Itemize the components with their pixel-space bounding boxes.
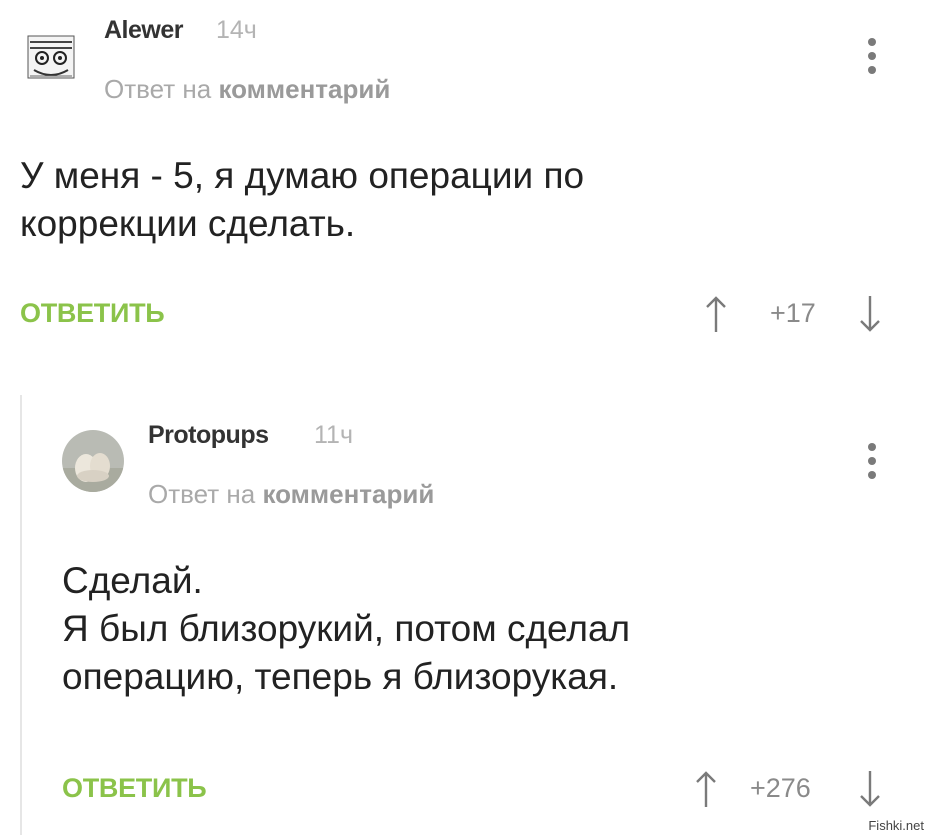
reply-to-prefix: Ответ на xyxy=(104,74,212,104)
reply-to-line: Ответ на комментарий xyxy=(148,479,434,510)
comment: Protopups 11ч Ответ на комментарий Сдела… xyxy=(0,395,928,835)
reply-button[interactable]: ОТВЕТИТЬ xyxy=(62,773,207,804)
username[interactable]: Alewer xyxy=(104,16,183,45)
username[interactable]: Protopups xyxy=(148,421,269,450)
avatar[interactable] xyxy=(62,430,124,492)
downvote-arrow-icon[interactable] xyxy=(858,294,882,334)
timestamp: 14ч xyxy=(216,16,257,44)
comment: Alewer 14ч Ответ на комментарий У меня -… xyxy=(0,0,928,360)
vote-score: +17 xyxy=(770,298,816,328)
comment-text: У меня - 5, я думаю операции по коррекци… xyxy=(20,155,585,244)
upvote-arrow-icon[interactable] xyxy=(694,769,718,809)
vote-score: +276 xyxy=(750,773,811,803)
vote-control: +276 xyxy=(690,769,890,809)
avatar[interactable] xyxy=(20,28,82,90)
reply-to-link[interactable]: комментарий xyxy=(262,479,434,509)
reply-to-link[interactable]: комментарий xyxy=(218,74,390,104)
vote-control: +17 xyxy=(700,294,890,334)
more-options-icon[interactable] xyxy=(866,38,878,80)
upvote-arrow-icon[interactable] xyxy=(704,294,728,334)
reply-to-line: Ответ на комментарий xyxy=(104,74,390,105)
more-options-icon[interactable] xyxy=(866,443,878,485)
comment-text: Сделай. Я был близорукий, потом сделал о… xyxy=(62,560,631,697)
reply-to-prefix: Ответ на xyxy=(148,479,256,509)
watermark: Fishki.net xyxy=(868,818,924,833)
reply-button[interactable]: ОТВЕТИТЬ xyxy=(20,298,165,329)
timestamp: 11ч xyxy=(314,421,353,449)
downvote-arrow-icon[interactable] xyxy=(858,769,882,809)
